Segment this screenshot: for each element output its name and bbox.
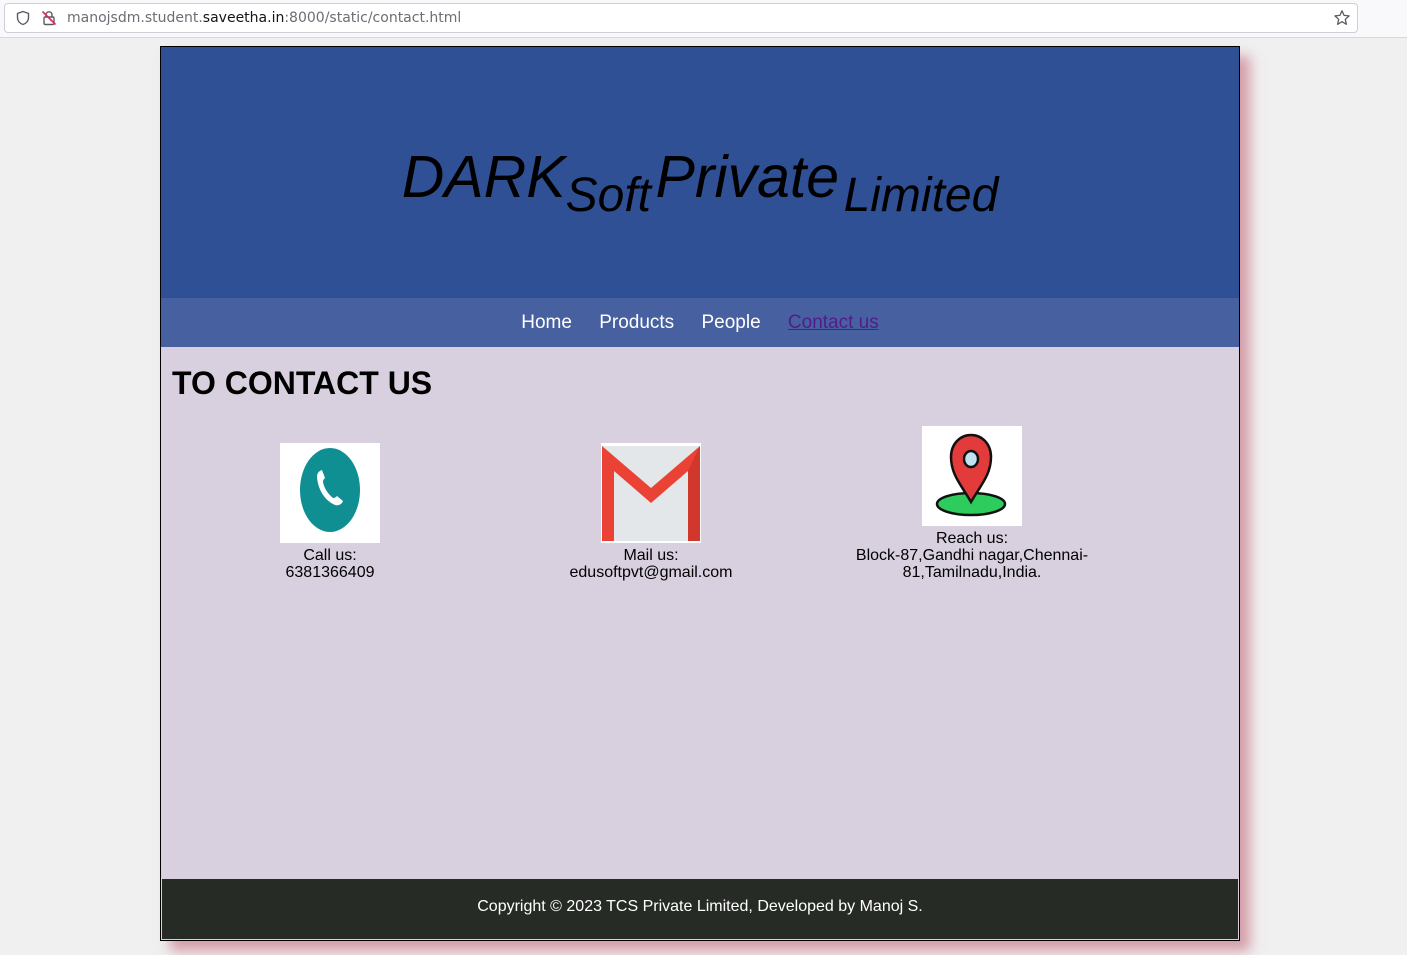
nav-bar: Home Products People Contact us (161, 298, 1239, 347)
contact-card-reach: Reach us: Block-87,Gandhi nagar,Chennai-… (842, 426, 1102, 581)
brand-word-soft: Soft (565, 169, 652, 222)
footer-copyright: Copyright © 2023 TCS Private Limited, De… (477, 898, 923, 915)
brand-word-limited: Limited (843, 169, 999, 222)
mail-address: edusoftpvt@gmail.com (569, 564, 733, 581)
location-pin-icon (922, 426, 1022, 526)
shield-icon[interactable] (15, 10, 31, 26)
nav-link-people[interactable]: People (701, 312, 760, 333)
nav-link-products[interactable]: Products (599, 312, 674, 333)
gmail-icon (601, 443, 701, 543)
insecure-lock-icon[interactable] (41, 10, 57, 26)
page-title: TO CONTACT US (172, 365, 433, 401)
url-host: saveetha.in (202, 10, 285, 26)
footer: Copyright © 2023 TCS Private Limited, De… (162, 879, 1238, 939)
bookmark-star-icon[interactable] (1333, 9, 1351, 27)
address-bar[interactable]: manojsdm.student.saveetha.in:8000/static… (4, 3, 1358, 33)
nav-link-contact[interactable]: Contact us (788, 312, 879, 333)
browser-toolbar: manojsdm.student.saveetha.in:8000/static… (0, 0, 1407, 38)
page-container: DARKSoft Private Limited Home Products P… (160, 46, 1240, 941)
brand-word-dark: DARK (401, 144, 566, 210)
phone-icon (280, 443, 380, 543)
url-text[interactable]: manojsdm.student.saveetha.in:8000/static… (67, 10, 461, 26)
reach-address-line1: Block-87,Gandhi nagar,Chennai- (855, 547, 1089, 564)
contact-card-mail: Mail us: edusoftpvt@gmail.com (521, 443, 781, 581)
nav-link-home[interactable]: Home (521, 312, 572, 333)
reach-label: Reach us: (935, 530, 1009, 547)
brand-title: DARKSoft Private Limited (161, 143, 1239, 222)
call-label: Call us: (303, 547, 357, 564)
url-path: :8000/static/contact.html (284, 10, 462, 26)
mail-label: Mail us: (623, 547, 679, 564)
reach-address-line2: 81,Tamilnadu,India. (902, 564, 1042, 581)
url-prefix: manojsdm.student. (67, 10, 203, 26)
header-banner: DARKSoft Private Limited (161, 47, 1239, 298)
call-number: 6381366409 (285, 564, 375, 581)
contact-card-call: Call us: 6381366409 (200, 443, 460, 581)
brand-word-private: Private (655, 144, 840, 210)
